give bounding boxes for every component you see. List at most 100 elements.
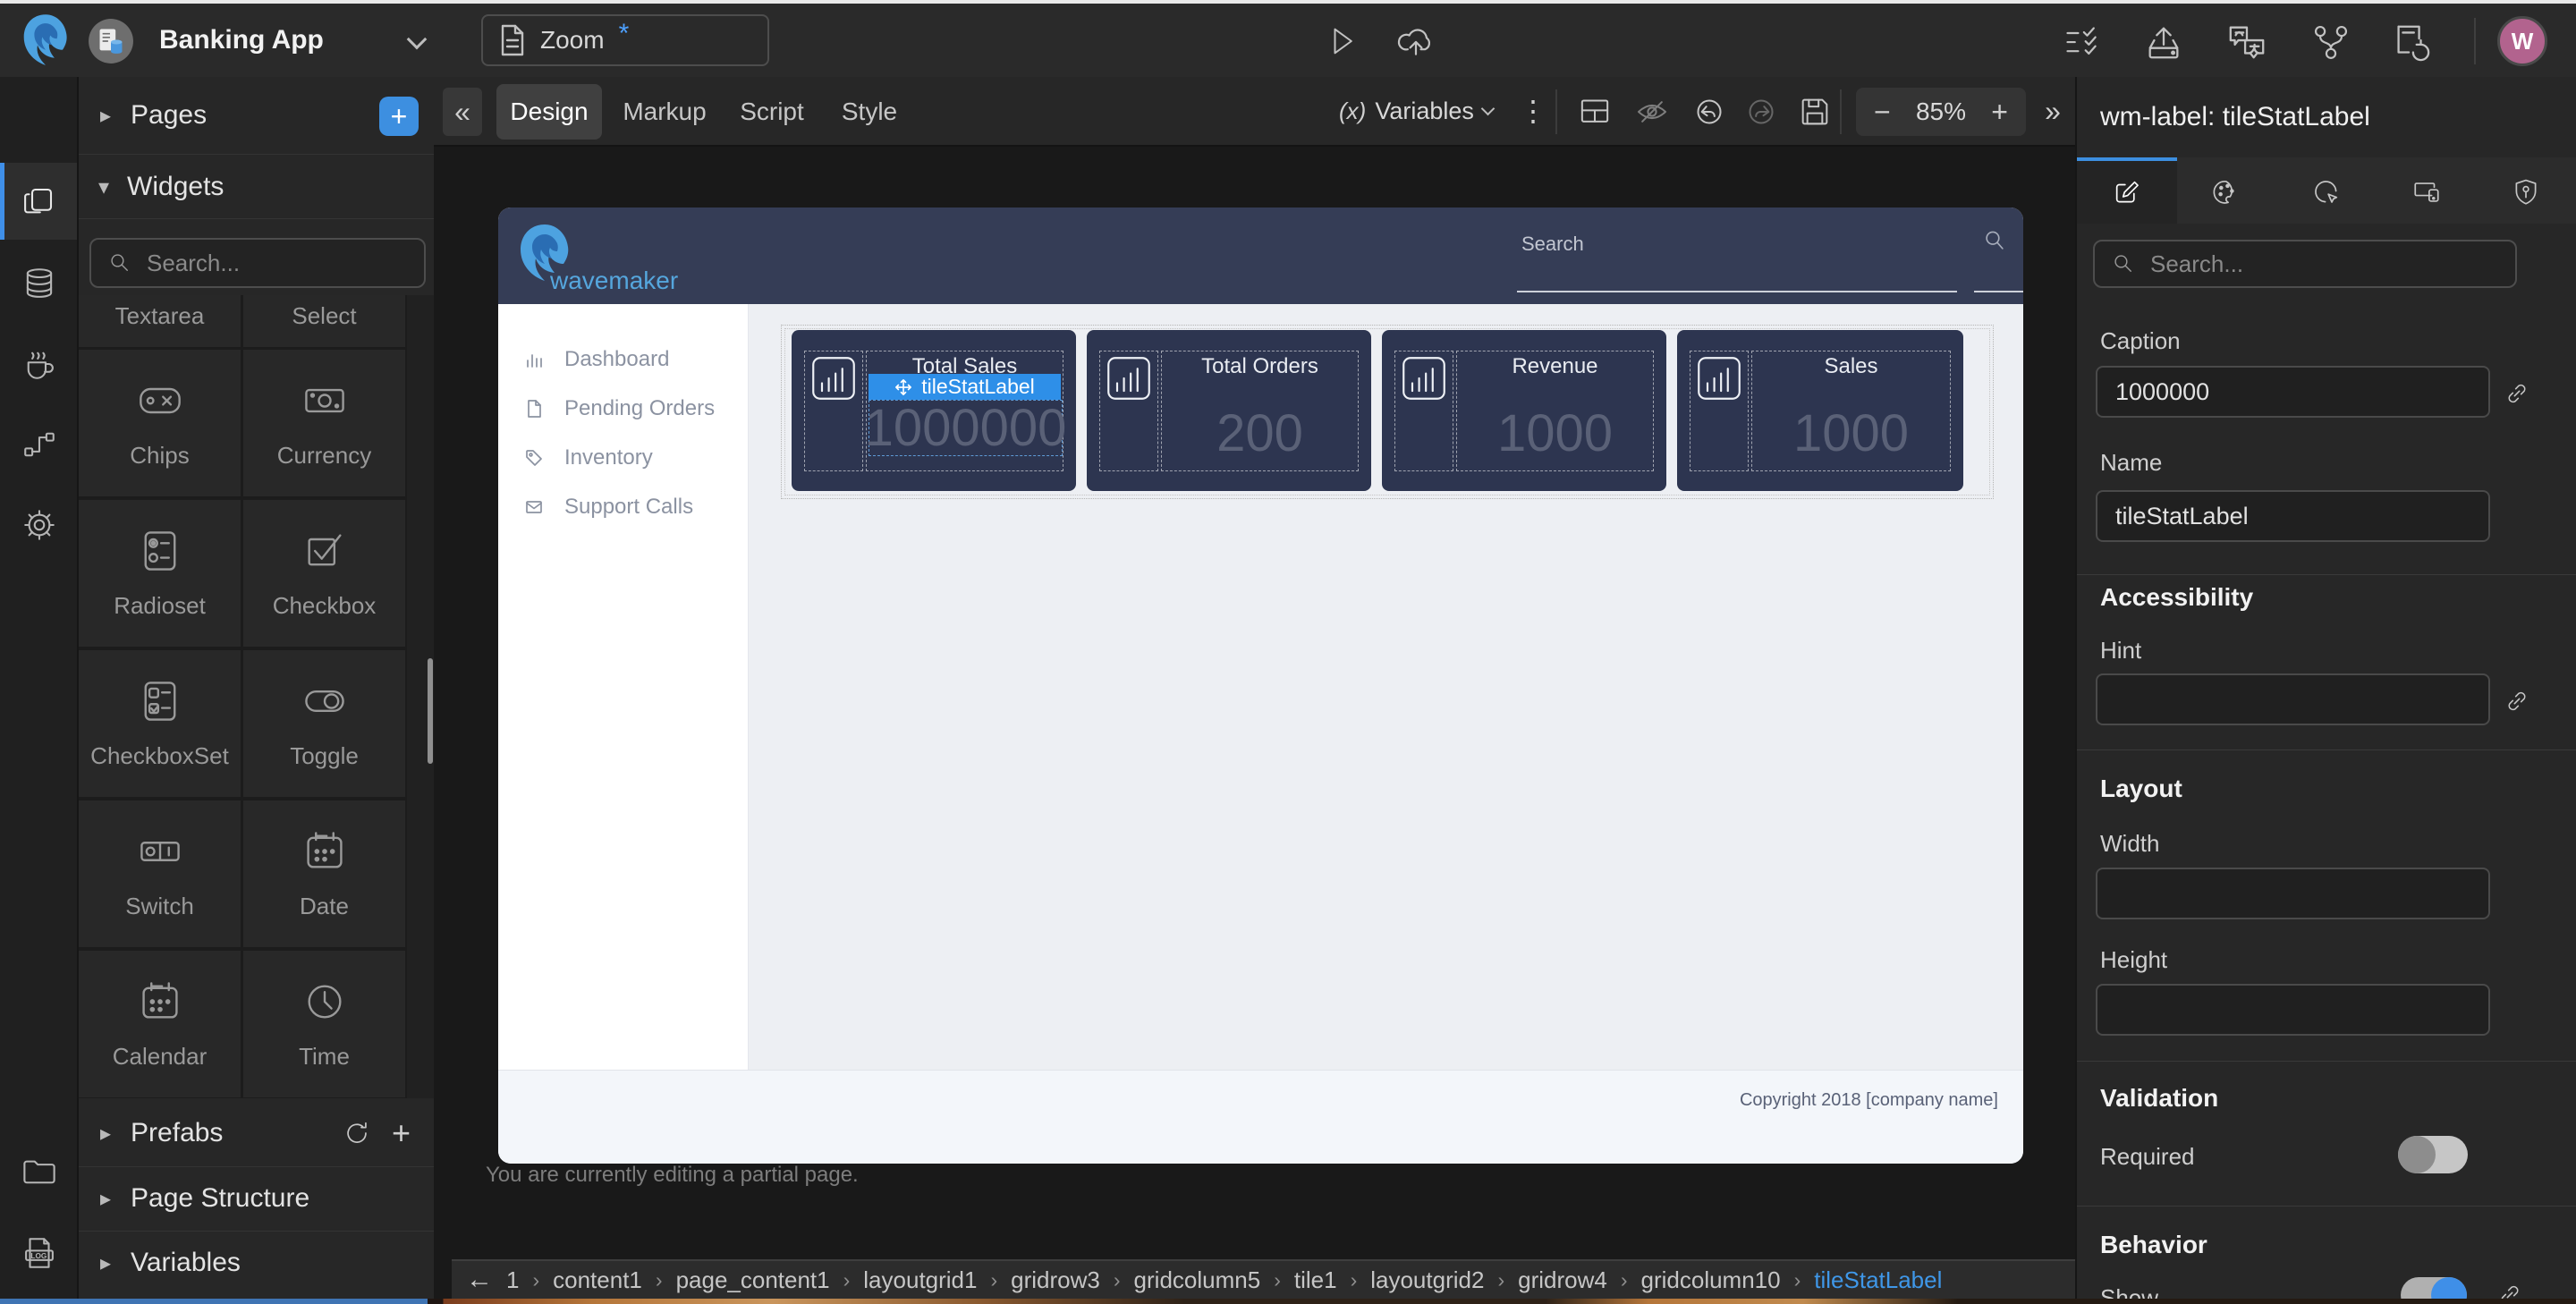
widget-item-currency[interactable]: Currency [243, 350, 405, 496]
file-sync-icon[interactable] [2390, 21, 2431, 63]
breadcrumb-item[interactable]: page_content1 [676, 1266, 830, 1294]
rail-files-icon[interactable] [21, 1154, 58, 1190]
required-toggle[interactable] [2398, 1136, 2468, 1173]
pages-expander-icon[interactable]: ▸ [100, 103, 111, 129]
checklist-icon[interactable] [2063, 23, 2102, 63]
bind-hint-icon[interactable] [2503, 687, 2531, 716]
app-icon[interactable] [88, 18, 134, 64]
widget-item-chips[interactable]: Chips [79, 350, 241, 496]
tile-total-orders[interactable]: Total Orders 200 [1087, 330, 1371, 491]
breadcrumb-item[interactable]: gridcolumn10 [1641, 1266, 1781, 1294]
undo-icon[interactable] [1691, 94, 1727, 130]
tab-events[interactable] [2276, 157, 2377, 224]
tile-revenue[interactable]: Revenue 1000 [1382, 330, 1666, 491]
page-structure-section-header[interactable]: ▸ Page Structure [79, 1168, 434, 1229]
breadcrumb-item[interactable]: content1 [553, 1266, 642, 1294]
refresh-prefabs-icon[interactable] [342, 1118, 372, 1148]
wavemaker-logo-icon[interactable] [21, 13, 70, 68]
property-search[interactable] [2093, 240, 2517, 288]
breadcrumb-back-icon[interactable]: ← [466, 1265, 493, 1295]
property-search-input[interactable] [2148, 250, 2435, 279]
user-avatar[interactable]: W [2497, 16, 2547, 66]
widget-item-toggle[interactable]: Toggle [243, 650, 405, 797]
widget-item-textarea[interactable]: Textarea [79, 295, 241, 347]
height-input[interactable] [2096, 984, 2490, 1036]
selected-widget-tag[interactable]: tileStatLabel [869, 374, 1061, 400]
preview-search-placeholder[interactable]: Search [1521, 233, 1584, 256]
breadcrumb-item[interactable]: gridrow3 [1011, 1266, 1100, 1294]
widget-item-radioset[interactable]: Radioset [79, 500, 241, 647]
zoom-out-button[interactable]: − [1874, 96, 1891, 129]
rail-services-icon[interactable] [20, 345, 59, 383]
zoom-in-button[interactable]: + [1991, 96, 2008, 129]
translate-icon[interactable] [2225, 21, 2268, 63]
menu-item-dashboard[interactable]: Dashboard [498, 343, 748, 376]
breadcrumb-item[interactable]: 1 [506, 1266, 519, 1294]
breadcrumb-item[interactable]: gridrow4 [1518, 1266, 1607, 1294]
width-input[interactable] [2096, 868, 2490, 919]
menu-item-pending-orders[interactable]: Pending Orders [498, 393, 748, 425]
app-chevron-down-icon[interactable] [410, 32, 424, 47]
rail-settings-icon[interactable] [21, 506, 58, 544]
redo-icon[interactable] [1743, 94, 1779, 130]
hide-outlines-icon[interactable] [1634, 94, 1670, 130]
name-input[interactable] [2096, 490, 2490, 542]
deploy-cloud-icon[interactable] [1395, 21, 1436, 61]
add-prefab-button[interactable]: + [392, 1114, 411, 1152]
variables-expander-icon[interactable]: ▸ [100, 1250, 111, 1276]
widget-item-time[interactable]: Time [243, 951, 405, 1097]
caption-input[interactable] [2096, 366, 2490, 418]
preview-search-icon[interactable] [1981, 227, 2008, 254]
widget-search-input[interactable] [145, 249, 370, 278]
widget-item-checkboxset[interactable]: CheckboxSet [79, 650, 241, 797]
breadcrumb-item[interactable]: layoutgrid2 [1370, 1266, 1484, 1294]
widget-item-select[interactable]: Select [243, 295, 405, 347]
tab-style[interactable]: Style [829, 84, 910, 140]
widgets-section-header[interactable]: ▾ Widgets [79, 159, 434, 215]
bind-caption-icon[interactable] [2503, 379, 2531, 408]
rail-logs-icon[interactable]: LOG [21, 1234, 58, 1272]
selected-label-outline[interactable]: 1000000 [869, 400, 1063, 456]
hint-input[interactable] [2096, 673, 2490, 725]
save-icon[interactable] [1797, 94, 1833, 130]
tile-total-sales[interactable]: Total Sales tileStatLabel 1000000 [792, 330, 1076, 491]
tab-markup[interactable]: Markup [614, 84, 715, 140]
expand-panel-button[interactable]: » [2035, 77, 2071, 145]
widget-item-checkbox[interactable]: Checkbox [243, 500, 405, 647]
tab-security[interactable] [2476, 157, 2576, 224]
version-control-icon[interactable] [2311, 21, 2351, 63]
breadcrumb-item[interactable]: layoutgrid1 [863, 1266, 977, 1294]
tab-devices[interactable] [2377, 157, 2477, 224]
widgets-scrollbar[interactable] [428, 658, 433, 764]
collapse-panel-button[interactable]: « [443, 88, 482, 136]
rail-database-icon[interactable] [21, 265, 58, 302]
menu-item-support-calls[interactable]: Support Calls [498, 491, 748, 523]
tab-script[interactable]: Script [729, 84, 815, 140]
variables-dropdown[interactable]: (x) Variables [1339, 77, 1493, 145]
variables-section-header[interactable]: ▸ Variables [79, 1232, 434, 1293]
widget-item-switch[interactable]: Switch [79, 800, 241, 947]
export-deploy-icon[interactable] [2143, 21, 2184, 63]
prefabs-expander-icon[interactable]: ▸ [100, 1121, 111, 1147]
widget-item-date[interactable]: Date [243, 800, 405, 947]
breadcrumb-item[interactable]: gridcolumn5 [1134, 1266, 1261, 1294]
tile-sales[interactable]: Sales 1000 [1677, 330, 1963, 491]
rail-apis-icon[interactable] [21, 426, 58, 463]
tab-properties[interactable] [2077, 157, 2177, 224]
page-selector[interactable]: Zoom * [481, 14, 769, 66]
breadcrumb-item-selected[interactable]: tileStatLabel [1814, 1266, 1942, 1294]
menu-item-inventory[interactable]: Inventory [498, 442, 748, 474]
tab-styles[interactable] [2177, 157, 2277, 224]
widget-item-calendar[interactable]: Calendar [79, 951, 241, 1097]
add-page-button[interactable]: + [379, 97, 419, 136]
page-structure-expander-icon[interactable]: ▸ [100, 1186, 111, 1212]
widget-search[interactable] [89, 238, 426, 288]
canvas-more-menu[interactable]: ⋮ [1520, 77, 1546, 145]
rail-pages-icon[interactable] [20, 183, 57, 221]
layout-grid-icon[interactable] [1577, 94, 1613, 130]
widgets-expander-icon[interactable]: ▾ [98, 174, 109, 200]
tab-design[interactable]: Design [496, 84, 602, 140]
run-preview-button[interactable] [1324, 23, 1360, 59]
app-switcher[interactable]: Banking App [159, 4, 324, 77]
prefabs-section-header[interactable]: ▸ Prefabs + [79, 1102, 434, 1164]
